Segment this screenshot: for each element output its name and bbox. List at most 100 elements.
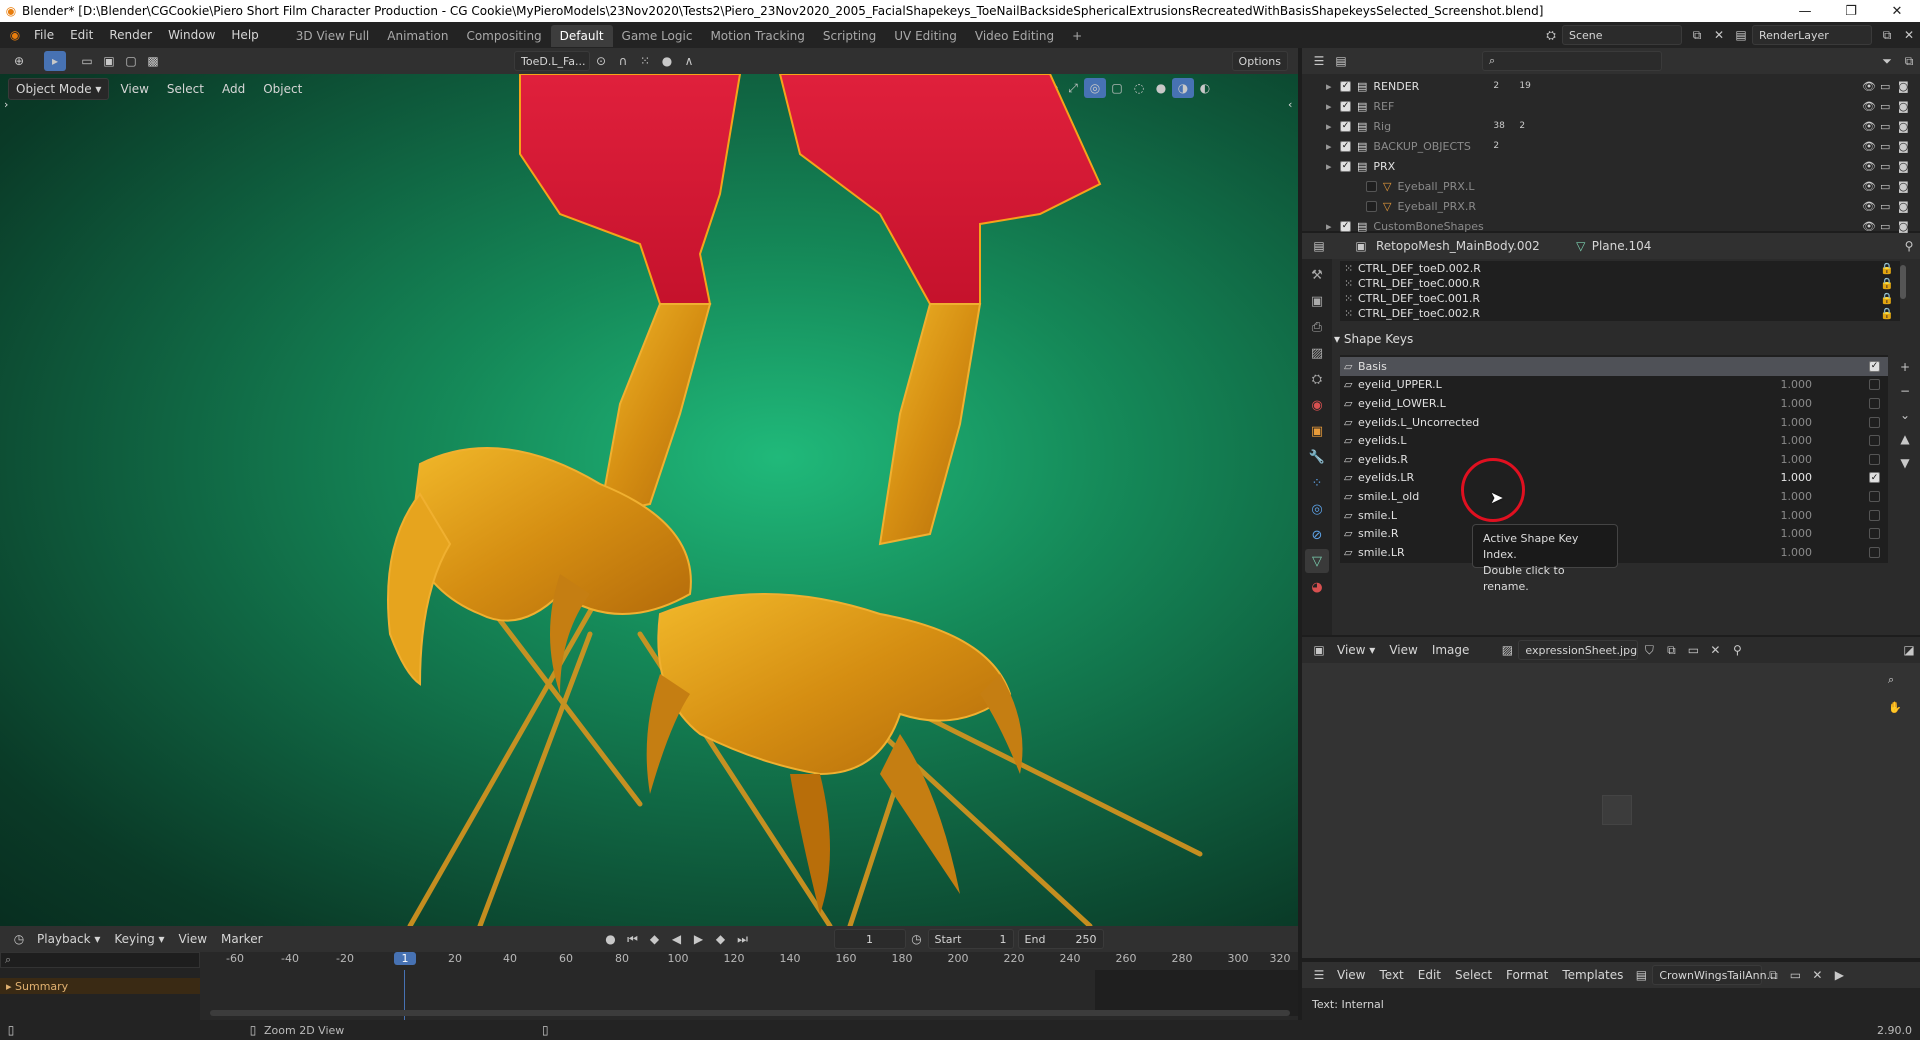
shape-key-row[interactable]: ▱ Basis ✓: [1340, 357, 1888, 376]
workspace-tab-compositing[interactable]: Compositing: [457, 25, 550, 47]
render-layer-icon[interactable]: ▤: [1730, 25, 1752, 45]
shape-key-mute-checkbox[interactable]: [1869, 397, 1880, 409]
shape-key-row[interactable]: ▱ eyelid_LOWER.L 1.000: [1340, 394, 1888, 413]
workspace-tab-uv-editing[interactable]: UV Editing: [885, 25, 966, 47]
shape-key-value[interactable]: 1.000: [1742, 527, 1813, 540]
current-frame-field[interactable]: 1: [833, 929, 906, 949]
timeline-search-input[interactable]: ⌕: [0, 952, 200, 968]
expand-arrow-icon[interactable]: ▸: [1326, 80, 1340, 93]
viewport-display-icon[interactable]: ▭: [1880, 160, 1898, 173]
visibility-eye-icon[interactable]: 👁: [1862, 140, 1880, 153]
viewport-display-icon[interactable]: ▭: [1880, 200, 1898, 213]
outliner-row[interactable]: ▸ ✓ ▤ PRX 👁 ▭ ◙: [1326, 156, 1920, 176]
vertex-group-row[interactable]: ⁙ CTRL_DEF_toeC.000.R 🔒: [1340, 276, 1900, 291]
timeline-menu-marker[interactable]: Marker: [214, 929, 269, 949]
pan-hand-icon[interactable]: ✋: [1888, 701, 1902, 714]
lock-icon[interactable]: 🔒: [1880, 307, 1900, 320]
workspace-tab-scripting[interactable]: Scripting: [814, 25, 885, 47]
shape-key-value[interactable]: 1.000: [1742, 453, 1813, 466]
vertex-group-row[interactable]: ⁙ CTRL_DEF_toeD.002.R 🔒: [1340, 261, 1900, 276]
delete-layer-icon[interactable]: ✕: [1898, 25, 1920, 45]
shape-key-specials-icon[interactable]: ⌄: [1894, 405, 1916, 425]
text-menu-view[interactable]: View: [1330, 965, 1372, 985]
outliner-row[interactable]: ▸ ✓ ▤ Rig 38 2 👁 ▭ ◙: [1326, 116, 1920, 136]
pin-icon[interactable]: ⚲: [1898, 236, 1920, 256]
text-menu-select[interactable]: Select: [1448, 965, 1499, 985]
jump-keyframe-back-icon[interactable]: ◆: [644, 929, 666, 949]
object-tab-icon[interactable]: ▣: [1305, 419, 1329, 443]
vertex-groups-list[interactable]: ⁙ CTRL_DEF_toeD.002.R 🔒 ⁙ CTRL_DEF_toeC.000.…: [1340, 261, 1900, 321]
output-tab-icon[interactable]: ⎙: [1305, 315, 1329, 339]
delete-scene-icon[interactable]: ✕: [1708, 25, 1730, 45]
expand-arrow-icon[interactable]: ▸: [1326, 220, 1340, 233]
image-editor-panel[interactable]: ▣ View ▾ View Image ▨ expressionSheet.jp…: [1302, 637, 1920, 958]
scene-icon[interactable]: ⛭: [1540, 25, 1562, 45]
shape-key-mute-checkbox[interactable]: [1869, 453, 1880, 465]
vertex-group-row[interactable]: ⁙ CTRL_DEF_toeC.002.R 🔒: [1340, 306, 1900, 321]
new-image-icon[interactable]: ⧉: [1660, 640, 1682, 660]
shape-key-mute-checkbox[interactable]: [1869, 416, 1880, 428]
collection-checkbox[interactable]: ✓: [1340, 80, 1351, 92]
shape-key-value[interactable]: 1.000: [1742, 434, 1813, 447]
render-camera-icon[interactable]: ◙: [1898, 160, 1920, 173]
workspace-tab-game-logic[interactable]: Game Logic: [613, 25, 702, 47]
viewport-display-icon[interactable]: ▭: [1880, 180, 1898, 193]
current-frame-indicator[interactable]: 1: [394, 952, 416, 965]
collection-checkbox[interactable]: ✓: [1340, 120, 1351, 132]
new-layer-icon[interactable]: ⧉: [1876, 25, 1898, 45]
scene-field[interactable]: Scene: [1562, 25, 1682, 45]
new-text-icon[interactable]: ⧉: [1762, 965, 1784, 985]
visibility-eye-icon[interactable]: 👁: [1862, 120, 1880, 133]
play-reverse-icon[interactable]: ◀: [666, 929, 688, 949]
vertex-group-row[interactable]: ⁙ CTRL_DEF_toeC.001.R 🔒: [1340, 291, 1900, 306]
preview-range-icon[interactable]: ◷: [906, 929, 928, 949]
text-menu-templates[interactable]: Templates: [1555, 965, 1630, 985]
shape-key-row[interactable]: ▱ smile.L_old 1.000: [1340, 487, 1888, 506]
outliner-row[interactable]: ▽ Eyeball_PRX.L 👁 ▭ ◙: [1326, 176, 1920, 196]
shape-key-row[interactable]: ▱ smile.L 1.000: [1340, 506, 1888, 525]
play-icon[interactable]: ▶: [688, 929, 710, 949]
image-menu-image[interactable]: Image: [1425, 640, 1477, 660]
proportional-edit-icon[interactable]: ●: [656, 51, 678, 71]
image-view-mode-dropdown[interactable]: View ▾: [1330, 640, 1382, 660]
shape-key-row[interactable]: ▱ eyelids.L 1.000: [1340, 431, 1888, 450]
visibility-eye-icon[interactable]: 👁: [1862, 100, 1880, 113]
new-scene-icon[interactable]: ⧉: [1686, 25, 1708, 45]
timeline-menu-keying[interactable]: Keying ▾: [107, 929, 171, 949]
timeline-menu-playback[interactable]: Playback ▾: [30, 929, 107, 949]
workspace-tab-video-editing[interactable]: Video Editing: [966, 25, 1063, 47]
toolbar-expand-icon[interactable]: ›: [4, 98, 8, 111]
outliner-row[interactable]: ▽ Eyeball_PRX.R 👁 ▭ ◙: [1326, 196, 1920, 216]
sidebar-expand-icon[interactable]: ‹: [1288, 98, 1292, 111]
shape-key-value[interactable]: 1.000: [1742, 397, 1813, 410]
shape-key-mute-checkbox[interactable]: [1869, 528, 1880, 540]
options-dropdown[interactable]: Options: [1231, 51, 1288, 71]
render-camera-icon[interactable]: ◙: [1898, 80, 1920, 93]
select-subtract-icon[interactable]: ▢: [120, 51, 142, 71]
shape-key-value[interactable]: 1.000: [1742, 378, 1813, 391]
collection-checkbox[interactable]: ✓: [1340, 100, 1351, 112]
properties-editor-icon[interactable]: ▤: [1308, 236, 1330, 256]
shape-key-mute-checkbox[interactable]: [1869, 546, 1880, 558]
unlink-text-icon[interactable]: ✕: [1806, 965, 1828, 985]
shape-key-value[interactable]: 1.000: [1742, 416, 1813, 429]
outliner-editor-icon[interactable]: ☰: [1308, 51, 1330, 71]
filter-icon[interactable]: ⏷: [1876, 51, 1898, 71]
image-pin-icon[interactable]: ⚲: [1726, 640, 1748, 660]
start-frame-field[interactable]: Start 1: [927, 929, 1014, 949]
shape-key-value[interactable]: 1.000: [1742, 509, 1813, 522]
expand-arrow-icon[interactable]: ▸: [1326, 160, 1340, 173]
text-editor-type-icon[interactable]: ☰: [1308, 965, 1330, 985]
shape-key-row[interactable]: ▱ eyelid_UPPER.L 1.000: [1340, 376, 1888, 395]
viewport-display-icon[interactable]: ▭: [1880, 80, 1898, 93]
viewport-display-icon[interactable]: ▭: [1880, 120, 1898, 133]
snap-target-icon[interactable]: ⁙: [634, 51, 656, 71]
collection-checkbox[interactable]: ✓: [1340, 160, 1351, 172]
add-workspace-button[interactable]: +: [1063, 25, 1091, 47]
move-down-icon[interactable]: ▼: [1894, 453, 1916, 473]
collection-checkbox[interactable]: ✓: [1340, 220, 1351, 232]
visibility-eye-icon[interactable]: 👁: [1862, 220, 1880, 233]
select-tool-icon[interactable]: ▸: [44, 51, 66, 71]
render-layer-field[interactable]: RenderLayer: [1752, 25, 1872, 45]
visibility-eye-icon[interactable]: 👁: [1862, 200, 1880, 213]
